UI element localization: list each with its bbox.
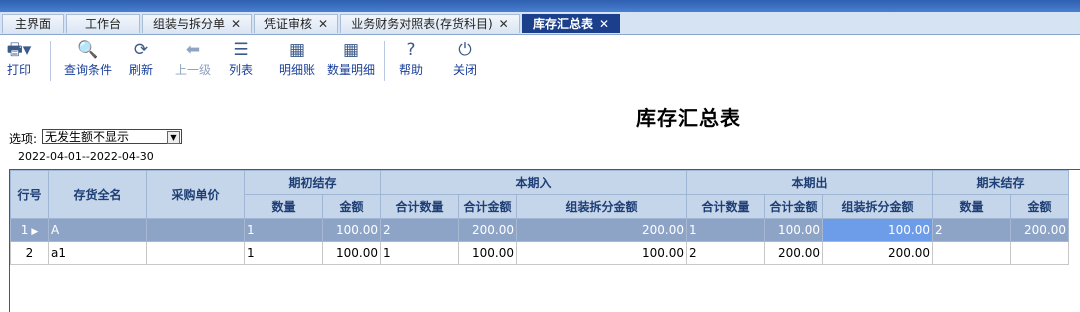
cell-item-name[interactable]: A (48, 218, 147, 242)
cell-in-assembly[interactable]: 100.00 (516, 241, 687, 265)
header-in-total-amount[interactable]: 合计金额 (458, 194, 517, 219)
header-in-total-qty[interactable]: 合计数量 (380, 194, 459, 219)
option-value: 无发生额不显示 (45, 130, 130, 144)
tab-workbench[interactable]: 工作台 (66, 14, 140, 33)
toolbar-divider (384, 41, 385, 81)
refresh-icon: ⟳ (133, 40, 149, 60)
cell-purchase-unit[interactable] (146, 241, 245, 265)
tab-assembly[interactable]: 组装与拆分单 ✕ (142, 14, 252, 33)
header-in-assembly-amount[interactable]: 组装拆分金额 (516, 194, 687, 219)
printer-icon: 🖶▾ (6, 40, 32, 60)
close-icon[interactable]: ✕ (499, 17, 509, 31)
header-out-total-qty[interactable]: 合计数量 (686, 194, 765, 219)
header-out-assembly-amount[interactable]: 组装拆分金额 (822, 194, 933, 219)
table-row[interactable]: 1 ▶ A 1 100.00 2 200.00 200.00 1 100.00 1… (10, 218, 1069, 242)
report-title: 库存汇总表 (636, 106, 741, 130)
cell-open-qty[interactable]: 1 (244, 218, 323, 242)
tab-label: 库存汇总表 (532, 17, 593, 31)
cell-in-qty[interactable]: 2 (380, 218, 459, 242)
cell-close-qty[interactable] (932, 241, 1011, 265)
cell-out-amount[interactable]: 200.00 (764, 241, 823, 265)
cell-close-qty[interactable]: 2 (932, 218, 1011, 242)
cell-out-amount[interactable]: 100.00 (764, 218, 823, 242)
list-button[interactable]: ☰ 列表 (226, 37, 256, 77)
cell-out-qty[interactable]: 2 (686, 241, 765, 265)
date-range: 2022-04-01--2022-04-30 (18, 150, 154, 163)
tab-label: 工作台 (84, 17, 121, 31)
cell-purchase-unit[interactable] (146, 218, 245, 242)
header-close-amount[interactable]: 金额 (1010, 194, 1069, 219)
toolbar: 🖶▾ 打印 🔍 查询条件 ⟳ 刷新 ⬅ 上一级 ☰ 列表 ▦ 明细账 ▦ 数量明细 ? 帮助 ⏻… (0, 35, 1080, 91)
close-icon[interactable]: ✕ (231, 17, 241, 31)
cell-out-qty[interactable]: 1 (686, 218, 765, 242)
header-close-qty[interactable]: 数量 (932, 194, 1011, 219)
toolbar-divider (50, 41, 51, 81)
tab-main[interactable]: 主界面 (2, 14, 64, 33)
option-label: 选项: (9, 132, 38, 146)
option-select[interactable]: 无发生额不显示 ▼ (42, 129, 182, 144)
cell-out-assembly[interactable]: 200.00 (822, 241, 933, 265)
row-number-cell[interactable]: 2 (10, 241, 49, 265)
header-opening: 期初结存 (244, 170, 381, 195)
quantity-detail-button[interactable]: ▦ 数量明细 (326, 37, 376, 77)
blocks-icon: ▦ (342, 40, 360, 60)
close-icon[interactable]: ✕ (318, 17, 328, 31)
cell-in-amount[interactable]: 200.00 (458, 218, 517, 242)
tab-label: 组装与拆分单 (152, 17, 225, 31)
close-button[interactable]: ⏻ 关闭 (450, 37, 480, 77)
cell-open-amount[interactable]: 100.00 (322, 241, 381, 265)
header-closing: 期末结存 (932, 170, 1069, 195)
data-grid: 行号 存货全名 采购单价 期初结存 本期入 本期出 期末结存 数量 金额 合计数… (9, 169, 1080, 312)
header-inbound: 本期入 (380, 170, 687, 195)
cell-close-amount[interactable]: 200.00 (1010, 218, 1069, 242)
tab-inventory-summary[interactable]: 库存汇总表 ✕ (522, 14, 620, 33)
app-header-strip (0, 0, 1080, 12)
inventory-summary-table: 行号 存货全名 采购单价 期初结存 本期入 本期出 期末结存 数量 金额 合计数… (10, 170, 1069, 265)
cell-in-amount[interactable]: 100.00 (458, 241, 517, 265)
cell-in-assembly[interactable]: 200.00 (516, 218, 687, 242)
header-row-no[interactable]: 行号 (10, 170, 49, 219)
tab-label: 主界面 (14, 17, 51, 31)
question-icon: ? (406, 40, 416, 60)
query-button[interactable]: 🔍 查询条件 (60, 37, 116, 77)
tab-business-finance[interactable]: 业务财务对照表(存货科目) ✕ (340, 14, 520, 33)
header-out-total-amount[interactable]: 合计金额 (764, 194, 823, 219)
help-button[interactable]: ? 帮助 (396, 37, 426, 77)
cell-out-assembly[interactable]: 100.00 (822, 218, 933, 242)
cell-open-amount[interactable]: 100.00 (322, 218, 381, 242)
header-outbound: 本期出 (686, 170, 933, 195)
header-open-qty[interactable]: 数量 (244, 194, 323, 219)
row-number-cell[interactable]: 1 ▶ (10, 218, 49, 242)
print-button[interactable]: 🖶▾ 打印 (4, 37, 34, 77)
power-icon: ⏻ (458, 40, 472, 60)
cell-in-qty[interactable]: 1 (380, 241, 459, 265)
tab-label: 业务财务对照表(存货科目) (351, 17, 493, 31)
tab-strip: 主界面 工作台 组装与拆分单 ✕ 凭证审核 ✕ 业务财务对照表(存货科目) ✕ 库存汇… (0, 12, 1080, 35)
arrow-left-icon: ⬅ (185, 40, 201, 60)
grid-icon: ▦ (288, 40, 306, 60)
detail-ledger-button[interactable]: ▦ 明细账 (276, 37, 318, 77)
list-icon: ☰ (233, 40, 249, 60)
cell-open-qty[interactable]: 1 (244, 241, 323, 265)
table-row[interactable]: 2 a1 1 100.00 1 100.00 100.00 2 200.00 2… (10, 241, 1069, 265)
tab-label: 凭证审核 (263, 17, 312, 31)
dropdown-arrow-icon[interactable]: ▼ (167, 131, 180, 144)
search-icon: 🔍 (77, 40, 99, 60)
header-purchase-unit[interactable]: 采购单价 (146, 170, 245, 219)
up-level-button[interactable]: ⬅ 上一级 (172, 37, 214, 77)
cell-item-name[interactable]: a1 (48, 241, 147, 265)
header-open-amount[interactable]: 金额 (322, 194, 381, 219)
cell-close-amount[interactable] (1010, 241, 1069, 265)
close-icon[interactable]: ✕ (599, 17, 609, 31)
tab-voucher-review[interactable]: 凭证审核 ✕ (254, 14, 338, 33)
row-pointer-icon: ▶ (31, 227, 39, 237)
header-item-name[interactable]: 存货全名 (48, 170, 147, 219)
refresh-button[interactable]: ⟳ 刷新 (124, 37, 158, 77)
